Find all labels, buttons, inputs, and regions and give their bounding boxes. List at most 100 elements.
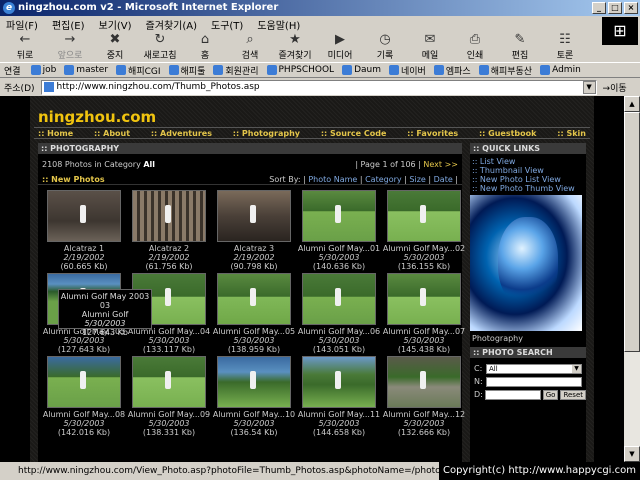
sort-link[interactable]: Category <box>365 175 402 184</box>
photo-image[interactable] <box>387 356 461 408</box>
toolbar-button-7[interactable]: ▶ 미디어 <box>319 32 361 62</box>
photo-image[interactable] <box>132 190 206 242</box>
nav-link[interactable]: :: Adventures <box>151 128 212 138</box>
photo-image[interactable] <box>47 356 121 408</box>
toolbar-button-4[interactable]: ⌂ 홈 <box>184 32 226 62</box>
photo-image[interactable] <box>47 190 121 242</box>
sort-link[interactable]: Size <box>409 175 425 184</box>
toolbar-button-0[interactable]: ← 뒤로 <box>4 32 46 62</box>
search-date-row: D: Go Reset <box>470 388 586 401</box>
minimize-button[interactable]: _ <box>592 2 606 14</box>
vertical-scrollbar[interactable]: ▲ ▼ <box>624 96 640 462</box>
section-title: :: PHOTOGRAPHY <box>38 143 462 154</box>
photo-thumbnail[interactable]: Alumni Golf May...09 5/30/2003 (138.331 Kb… <box>127 356 211 437</box>
site-logo[interactable]: ningzhou.com <box>38 108 156 126</box>
photo-date: 5/30/2003 <box>403 419 445 428</box>
toolbar-button-6[interactable]: ★ 즐겨찾기 <box>274 32 316 62</box>
address-input[interactable]: http://www.ningzhou.com/Thumb_Photos.asp… <box>40 79 597 95</box>
photo-thumbnail[interactable]: Alcatraz 1 2/19/2002 (60.665 Kb) <box>42 190 126 271</box>
link-item[interactable]: 엠파스 <box>433 64 471 77</box>
photo-image[interactable] <box>132 356 206 408</box>
link-item[interactable]: 네이버 <box>389 64 426 77</box>
menu-item[interactable]: 도움말(H) <box>257 17 300 32</box>
photo-size: (127.643 Kb) <box>57 345 111 354</box>
link-item[interactable]: Daum <box>342 65 381 75</box>
search-reset-button[interactable]: Reset <box>560 389 586 400</box>
link-item[interactable]: Admin <box>540 65 581 75</box>
search-category-select[interactable]: All ▼ <box>486 363 582 374</box>
link-item[interactable]: job <box>30 65 56 75</box>
quick-link[interactable]: :: New Photo Thumb View <box>470 184 586 193</box>
toolbar-button-2[interactable]: ✖ 중지 <box>94 32 136 62</box>
quick-link[interactable]: :: List View <box>470 157 586 166</box>
photo-thumbnail[interactable]: Alumni Golf May...01 5/30/2003 (140.636 Kb… <box>297 190 381 271</box>
photo-size: (60.665 Kb) <box>60 262 108 271</box>
photo-thumbnail[interactable]: Alumni Golf May...10 5/30/2003 (136.54 Kb) <box>212 356 296 437</box>
toolbar-button-8[interactable]: ◷ 기록 <box>364 32 406 62</box>
toolbar-button-5[interactable]: ⌕ 검색 <box>229 32 271 62</box>
link-item[interactable]: 해피CGI <box>116 64 161 77</box>
golfer-figure <box>165 371 171 389</box>
photo-image[interactable] <box>302 273 376 325</box>
menu-item[interactable]: 도구(T) <box>211 17 243 32</box>
nav-link[interactable]: :: Photography <box>233 128 300 138</box>
photo-image[interactable] <box>217 273 291 325</box>
toolbar-button-10[interactable]: ⎙ 인쇄 <box>454 32 496 62</box>
photo-thumbnail[interactable]: Alcatraz 3 2/19/2002 (90.798 Kb) <box>212 190 296 271</box>
maximize-button[interactable]: □ <box>608 2 622 14</box>
photo-thumbnail[interactable]: Alumni Golf May...05 5/30/2003 (138.959 Kb… <box>212 273 296 354</box>
ie-icon: e <box>3 2 15 14</box>
nav-link[interactable]: :: Guestbook <box>479 128 537 138</box>
link-item[interactable]: 해피툴 <box>168 64 205 77</box>
toolbar-button-11[interactable]: ✎ 편집 <box>499 32 541 62</box>
scroll-down-button[interactable]: ▼ <box>624 446 640 462</box>
photo-image[interactable] <box>302 356 376 408</box>
photo-image[interactable] <box>387 273 461 325</box>
photo-image[interactable] <box>387 190 461 242</box>
golfer-figure <box>250 205 256 223</box>
photo-thumbnail[interactable]: Alumni Golf May...11 5/30/2003 (144.658 Kb… <box>297 356 381 437</box>
photo-image[interactable] <box>302 190 376 242</box>
quick-links: :: List View:: Thumbnail View:: New Phot… <box>470 154 586 193</box>
toolbar-button-12[interactable]: ☷ 토론 <box>544 32 586 62</box>
go-button[interactable]: →이동 <box>603 81 627 94</box>
link-item[interactable]: master <box>64 65 108 75</box>
menu-item[interactable]: 보기(V) <box>99 17 132 32</box>
next-link[interactable]: Next >> <box>423 160 458 169</box>
quick-link[interactable]: :: New Photo List View <box>470 175 586 184</box>
scroll-up-button[interactable]: ▲ <box>624 96 640 112</box>
menu-item[interactable]: 즐겨찾기(A) <box>146 17 197 32</box>
search-date-input[interactable] <box>485 389 541 400</box>
quick-link[interactable]: :: Thumbnail View <box>470 166 586 175</box>
nav-link[interactable]: :: Favorites <box>407 128 458 138</box>
nav-link[interactable]: :: Skin <box>557 128 586 138</box>
sort-link[interactable]: Date <box>434 175 453 184</box>
scroll-thumb[interactable] <box>624 112 640 352</box>
photo-thumbnail[interactable]: Alcatraz 2 2/19/2002 (61.756 Kb) <box>127 190 211 271</box>
photo-thumbnail[interactable]: Alumni Golf May...06 5/30/2003 (143.051 Kb… <box>297 273 381 354</box>
menu-item[interactable]: 편집(E) <box>52 17 85 32</box>
toolbar-button-3[interactable]: ↻ 새로고침 <box>139 32 181 62</box>
search-go-button[interactable]: Go <box>542 389 559 400</box>
photo-image[interactable] <box>217 190 291 242</box>
nav-link[interactable]: :: Source Code <box>321 128 387 138</box>
link-item[interactable]: 회원관리 <box>213 64 259 77</box>
photo-thumbnail[interactable]: Alumni Golf May...07 5/30/2003 (145.438 Kb… <box>382 273 466 354</box>
address-dropdown[interactable]: ▼ <box>582 80 596 94</box>
nav-link[interactable]: :: About <box>94 128 130 138</box>
menu-item[interactable]: 파일(F) <box>6 17 38 32</box>
photo-thumbnail[interactable]: Alumni Golf May...12 5/30/2003 (132.666 Kb… <box>382 356 466 437</box>
search-name-input[interactable] <box>486 376 582 387</box>
photo-thumbnail[interactable]: Alumni Golf May...08 5/30/2003 (142.016 Kb… <box>42 356 126 437</box>
close-button[interactable]: × <box>624 2 638 14</box>
photo-image[interactable] <box>217 356 291 408</box>
toolbar-button-9[interactable]: ✉ 메일 <box>409 32 451 62</box>
link-icon <box>342 65 353 75</box>
sort-link[interactable]: Photo Name <box>308 175 357 184</box>
toolbar-button-1[interactable]: → 앞으로 <box>49 32 91 62</box>
link-item[interactable]: PHPSCHOOL <box>266 65 334 75</box>
photo-thumbnail[interactable]: Alumni Golf May...02 5/30/2003 (136.155 Kb… <box>382 190 466 271</box>
link-item[interactable]: 해피부동산 <box>478 64 532 77</box>
nav-link[interactable]: :: Home <box>38 128 73 138</box>
golfer-figure <box>250 371 256 389</box>
